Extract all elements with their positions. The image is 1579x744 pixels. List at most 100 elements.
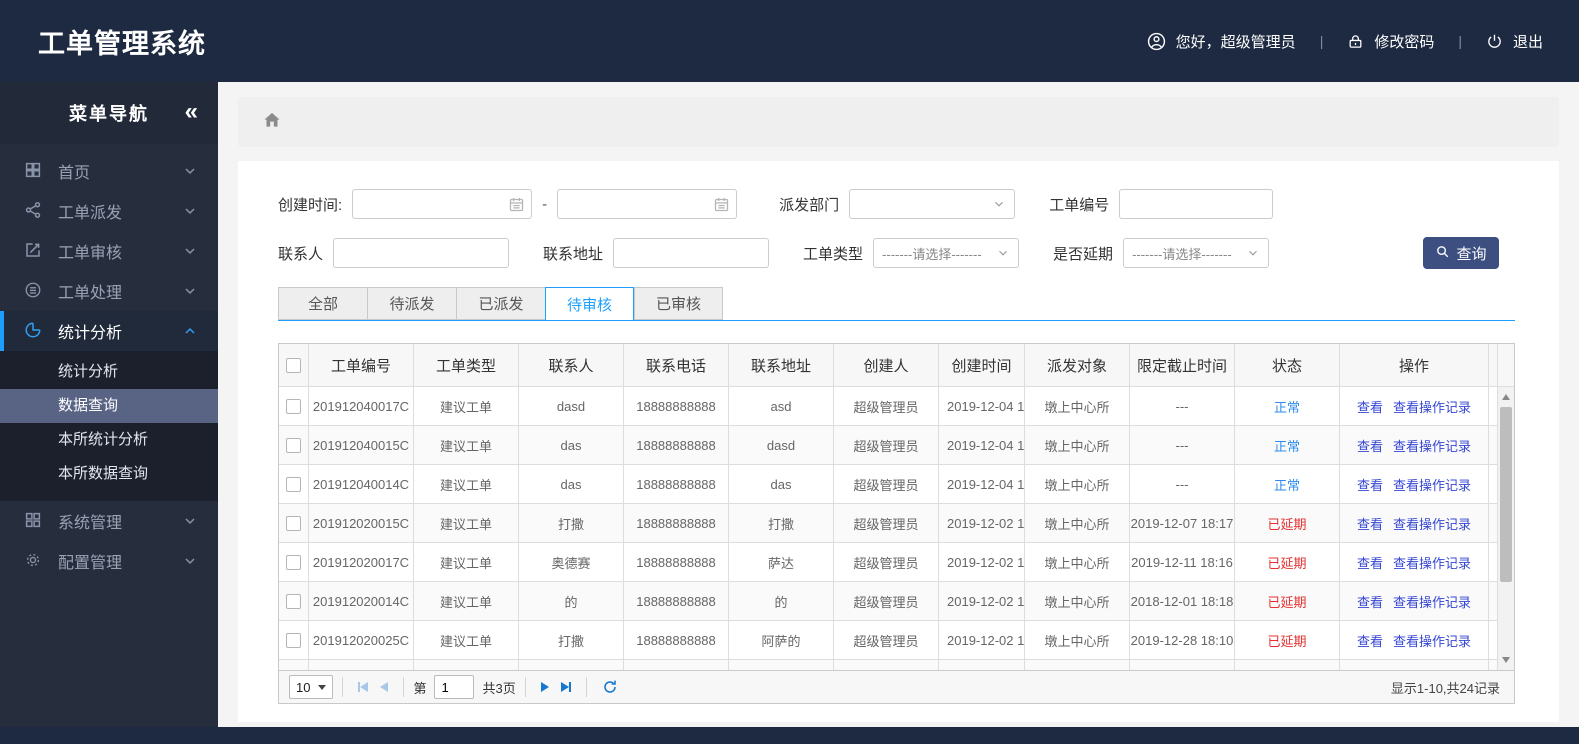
page-size-select[interactable]: 10	[289, 675, 334, 699]
view-link[interactable]: 查看	[1357, 514, 1383, 533]
next-page-icon[interactable]	[540, 682, 549, 692]
column-header: 联系人	[519, 344, 624, 386]
view-log-link[interactable]: 查看操作记录	[1393, 514, 1471, 533]
row-checkbox[interactable]	[286, 515, 301, 531]
pager-divider	[403, 677, 405, 697]
select-all-checkbox[interactable]	[286, 357, 301, 373]
cell-deadline: ---	[1130, 387, 1235, 425]
scrollbar-thumb[interactable]	[1500, 407, 1512, 583]
view-log-link[interactable]: 查看操作记录	[1393, 397, 1471, 416]
pager-divider	[524, 677, 526, 697]
delay-label: 是否延期	[1053, 245, 1114, 263]
cell-order_no: 201912020025C	[309, 621, 414, 659]
view-link[interactable]: 查看	[1357, 397, 1383, 416]
view-link[interactable]: 查看	[1357, 553, 1383, 572]
page-number-input[interactable]	[434, 675, 475, 699]
row-checkbox[interactable]	[286, 632, 301, 648]
cell-phone: 18888888888	[624, 621, 729, 659]
cell-order_no: 201912040015C	[309, 426, 414, 464]
view-log-link[interactable]: 查看操作记录	[1393, 436, 1471, 455]
chevron-down-icon	[182, 283, 198, 299]
cell-creator: 超级管理员	[834, 543, 939, 581]
view-link[interactable]: 查看	[1357, 436, 1383, 455]
tab-4[interactable]: 已审核	[634, 287, 723, 320]
order-no-label: 工单编号	[1049, 196, 1110, 214]
tab-3[interactable]: 待审核	[545, 287, 634, 321]
table-row: 201912020025C 建议工单 打撒 18888888888 阿萨的 超级管理员 20…	[279, 621, 1499, 660]
row-checkbox[interactable]	[286, 593, 301, 609]
change-password-button[interactable]: 修改密码	[1347, 31, 1434, 52]
sidebar-subitem-1[interactable]: 数据查询	[0, 389, 218, 423]
sidebar-item-2[interactable]: 工单审核	[0, 231, 218, 271]
row-checkbox[interactable]	[286, 554, 301, 570]
calendar-icon[interactable]	[706, 190, 737, 218]
sidebar-subitem-3[interactable]: 本所数据查询	[0, 457, 218, 491]
sidebar-item-6[interactable]: 配置管理	[0, 541, 218, 581]
vertical-scrollbar[interactable]	[1497, 344, 1514, 670]
sidebar-item-0[interactable]: 首页	[0, 151, 218, 191]
view-link[interactable]: 查看	[1357, 592, 1383, 611]
calendar-icon[interactable]	[501, 190, 532, 218]
view-log-link[interactable]: 查看操作记录	[1393, 553, 1471, 572]
page-footer	[0, 727, 1579, 744]
cell-deadline: 2019-12-28 18:10	[1130, 621, 1235, 659]
home-icon[interactable]	[262, 110, 282, 135]
search-button[interactable]: 查询	[1423, 237, 1499, 269]
scroll-down-icon[interactable]	[1498, 652, 1514, 668]
sidebar-item-4[interactable]: 统计分析	[0, 311, 218, 351]
chevron-down-icon	[992, 197, 1006, 211]
depart-select[interactable]	[849, 189, 1016, 219]
scrollbar-track[interactable]	[1497, 387, 1514, 670]
cell-creator: 超级管理员	[834, 465, 939, 503]
date-to-wrap	[557, 189, 738, 219]
view-link[interactable]: 查看	[1357, 631, 1383, 650]
cell-type: 建议工单	[414, 504, 519, 542]
type-select-value: -------请选择-------	[882, 246, 982, 262]
cell-status: 已延期	[1235, 582, 1340, 620]
order-no-input[interactable]	[1119, 189, 1274, 219]
view-log-link[interactable]: 查看操作记录	[1393, 592, 1471, 611]
sidebar-item-1[interactable]: 工单派发	[0, 191, 218, 231]
sidebar-item-5[interactable]: 系统管理	[0, 501, 218, 541]
row-checkbox[interactable]	[286, 398, 301, 414]
prev-page-icon[interactable]	[380, 682, 389, 692]
sidebar-subitem-0[interactable]: 统计分析	[0, 355, 218, 389]
sidebar-subitem-2[interactable]: 本所统计分析	[0, 423, 218, 457]
sidebar-collapse-icon[interactable]: «	[185, 100, 198, 124]
first-page-icon[interactable]	[358, 682, 369, 692]
logout-button[interactable]: 退出	[1486, 31, 1543, 52]
row-checkbox[interactable]	[286, 476, 301, 492]
tab-0[interactable]: 全部	[278, 287, 367, 320]
lock-icon	[1347, 33, 1364, 50]
column-header: 限定截止时间	[1130, 344, 1235, 386]
type-select[interactable]: -------请选择-------	[873, 238, 1020, 268]
contact-input[interactable]	[333, 238, 510, 268]
cell-target: 墩上中心所	[1025, 504, 1130, 542]
cell-status: 正常	[1235, 465, 1340, 503]
sidebar-item-3[interactable]: 工单处理	[0, 271, 218, 311]
chevron-down-icon	[1246, 246, 1260, 260]
view-log-link[interactable]: 查看操作记录	[1393, 631, 1471, 650]
delay-select[interactable]: -------请选择-------	[1123, 238, 1270, 268]
cell-status: 正常	[1235, 387, 1340, 425]
last-page-icon[interactable]	[560, 682, 571, 692]
chevron-down-icon	[182, 203, 198, 219]
cell-actions: 查看 查看操作记录	[1340, 504, 1489, 542]
row-checkbox[interactable]	[286, 437, 301, 453]
address-input[interactable]	[613, 238, 770, 268]
cell-address: 打撒	[729, 504, 834, 542]
refresh-icon[interactable]	[602, 679, 618, 695]
tab-2[interactable]: 已派发	[456, 287, 545, 320]
scroll-up-icon[interactable]	[1498, 389, 1514, 405]
cell-order_no: 201912040017C	[309, 387, 414, 425]
cell-actions: 查看 查看操作记录	[1340, 621, 1489, 659]
record-summary: 显示1-10,共24记录	[1390, 680, 1500, 696]
datagrid-table: 工单编号 工单类型 联系人 联系电话 联系地址 创建人 创建时间 派发对象 限定截止时间 状态 操作…	[279, 344, 1499, 670]
tab-1[interactable]: 待派发	[367, 287, 456, 320]
cell-order_no: 201912040014C	[309, 465, 414, 503]
row-checkbox-cell	[279, 426, 309, 464]
chevron-down-icon	[318, 684, 327, 690]
view-link[interactable]: 查看	[1357, 475, 1383, 494]
view-log-link[interactable]: 查看操作记录	[1393, 475, 1471, 494]
user-greeting[interactable]: 您好，超级管理员	[1147, 31, 1296, 52]
